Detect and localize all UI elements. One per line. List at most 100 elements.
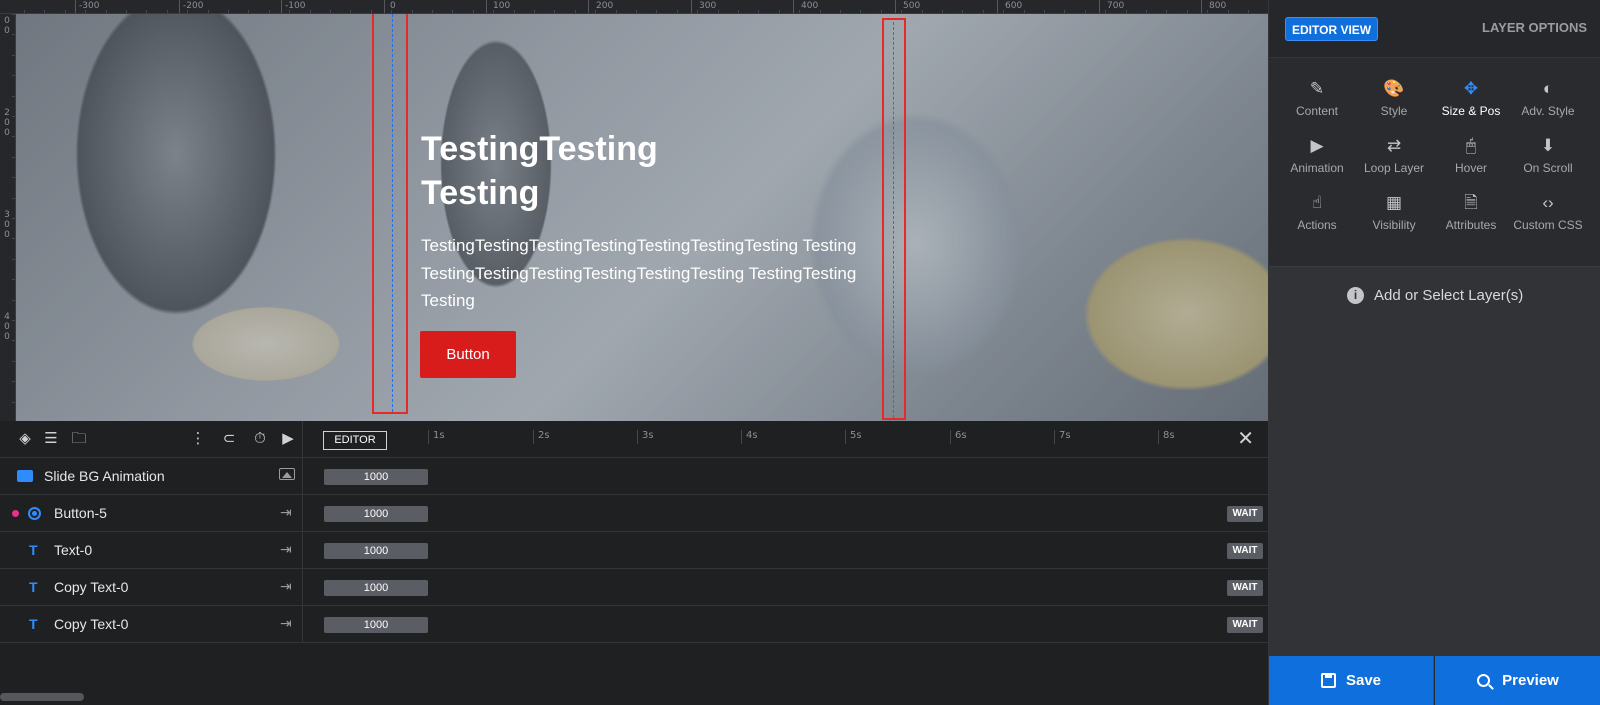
timeline-row[interactable]: T Copy Text-0 ⇥ 1000 WAIT <box>0 606 1268 643</box>
magnet-icon[interactable]: ⊂ <box>220 430 238 448</box>
layer-options-tab[interactable]: LAYER OPTIONS <box>1482 20 1587 35</box>
tool-label: Actions <box>1297 218 1337 232</box>
arrow-right-to-bar-icon[interactable]: ⇥ <box>280 578 292 595</box>
scroll-down-icon: ⬇ <box>1540 136 1556 155</box>
layer-name[interactable]: Button-5 <box>54 505 107 521</box>
tool-size-pos[interactable]: ✥ Size & Pos <box>1431 78 1511 130</box>
tool-hover[interactable]: 🖱 Hover <box>1431 135 1511 187</box>
tool-content[interactable]: ✎ Content <box>1277 78 1357 130</box>
ruler-label: 3 0 0 <box>4 210 10 240</box>
tool-style[interactable]: 🎨 Style <box>1354 78 1434 130</box>
tool-custom-css[interactable]: ‹› Custom CSS <box>1508 192 1588 244</box>
tool-label: Style <box>1380 104 1408 118</box>
preview-button[interactable]: Preview <box>1435 656 1600 705</box>
ruler-label: 200 <box>596 1 614 11</box>
folder-icon[interactable]: 🗀 <box>70 430 88 448</box>
ruler-label: 0 0 <box>4 16 10 36</box>
slide-heading[interactable]: TestingTesting Testing <box>421 127 721 215</box>
horizontal-scrollbar[interactable] <box>0 693 84 701</box>
text-layer-icon: T <box>29 579 38 595</box>
guide-right-line <box>893 22 894 418</box>
selected-marker-icon <box>12 510 19 517</box>
timeline-row[interactable]: Slide BG Animation 1000 <box>0 458 1268 495</box>
editor-chip[interactable]: EDITOR <box>323 431 387 450</box>
layers-icon[interactable]: ◈ <box>16 430 34 448</box>
timeline-header: ◈ ☰ 🗀 ⋮ ⊂ ⏱ ▶ EDITOR 1s 2s 3s 4s 5s 6s 7… <box>0 421 1268 458</box>
pointer-hand-icon: ☝ <box>1311 193 1323 212</box>
duration-bar[interactable]: 1000 <box>324 469 428 485</box>
save-label: Save <box>1345 672 1382 689</box>
wait-badge[interactable]: WAIT <box>1227 506 1263 522</box>
stopwatch-icon[interactable]: ⏱ <box>251 430 269 448</box>
timeline-row[interactable]: T Text-0 ⇥ 1000 WAIT <box>0 532 1268 569</box>
wait-badge[interactable]: WAIT <box>1227 580 1263 596</box>
time-mark: 8s <box>1158 430 1175 444</box>
empty-state-text: Add or Select Layer(s) <box>1374 287 1524 304</box>
ruler-label: -200 <box>183 1 204 11</box>
close-icon[interactable]: ✕ <box>1237 429 1254 449</box>
tool-label: On Scroll <box>1523 161 1573 175</box>
tool-visibility[interactable]: ▦ Visibility <box>1354 192 1434 244</box>
layer-name-cell[interactable]: T Text-0 ⇥ <box>0 532 303 569</box>
tool-label: Attributes <box>1445 218 1497 232</box>
layer-name-cell[interactable]: Button-5 ⇥ <box>0 495 303 532</box>
wait-badge[interactable]: WAIT <box>1227 543 1263 559</box>
layer-name-cell[interactable]: T Copy Text-0 ⇥ <box>0 569 303 606</box>
timeline-row[interactable]: Button-5 ⇥ 1000 WAIT <box>0 495 1268 532</box>
text-layer-icon: T <box>29 542 38 558</box>
layer-name-cell[interactable]: Slide BG Animation <box>0 458 303 495</box>
duration-bar[interactable]: 1000 <box>324 580 428 596</box>
timeline-row[interactable]: T Copy Text-0 ⇥ 1000 WAIT <box>0 569 1268 606</box>
timeline-panel: ◈ ☰ 🗀 ⋮ ⊂ ⏱ ▶ EDITOR 1s 2s 3s 4s 5s 6s 7… <box>0 421 1268 705</box>
tool-label: Animation <box>1290 161 1344 175</box>
layer-name-cell[interactable]: T Copy Text-0 ⇥ <box>0 606 303 643</box>
layer-name[interactable]: Copy Text-0 <box>54 579 128 595</box>
mouse-icon: 🖱 <box>1465 136 1477 155</box>
editor-view-button[interactable]: EDITOR VIEW <box>1285 17 1379 41</box>
background-image-icon[interactable] <box>279 468 295 480</box>
slide-body-text[interactable]: TestingTestingTestingTestingTestingTesti… <box>421 232 861 315</box>
wait-badge[interactable]: WAIT <box>1227 617 1263 633</box>
tool-label: Content <box>1295 104 1339 118</box>
ruler-label: 800 <box>1209 1 1227 11</box>
time-mark: 7s <box>1054 430 1071 444</box>
visibility-icon: ▦ <box>1385 193 1403 212</box>
time-mark: 5s <box>845 430 862 444</box>
arrow-right-to-bar-icon[interactable]: ⇥ <box>280 504 292 521</box>
duration-bar[interactable]: 1000 <box>324 506 428 522</box>
save-button[interactable]: Save <box>1269 656 1434 705</box>
ruler-label: 500 <box>903 1 921 11</box>
layer-options-panel: EDITOR VIEW LAYER OPTIONS ✎ Content 🎨 St… <box>1268 0 1600 705</box>
slide-canvas[interactable]: TestingTesting Testing TestingTestingTes… <box>16 14 1268 421</box>
panel-header: EDITOR VIEW LAYER OPTIONS <box>1269 0 1600 58</box>
ruler-label: -100 <box>285 1 306 11</box>
time-mark: 6s <box>950 430 967 444</box>
layer-name[interactable]: Text-0 <box>54 542 92 558</box>
tool-attributes[interactable]: 🗎 Attributes <box>1431 192 1511 244</box>
timeline-ruler[interactable]: EDITOR 1s 2s 3s 4s 5s 6s 7s 8s <box>303 421 1238 458</box>
tool-loop-layer[interactable]: ⇄ Loop Layer <box>1354 135 1434 187</box>
tool-label: Visibility <box>1372 218 1416 232</box>
duration-bar[interactable]: 1000 <box>324 543 428 559</box>
layer-name[interactable]: Slide BG Animation <box>44 468 165 484</box>
palette-icon: 🎨 <box>1383 79 1405 98</box>
tool-label: Size & Pos <box>1441 104 1501 118</box>
layer-name[interactable]: Copy Text-0 <box>54 616 128 632</box>
slide-button-layer[interactable]: Button <box>420 331 516 378</box>
ruler-label: 400 <box>801 1 819 11</box>
tool-on-scroll[interactable]: ⬇ On Scroll <box>1508 135 1588 187</box>
duration-bar[interactable]: 1000 <box>324 617 428 633</box>
arrow-right-to-bar-icon[interactable]: ⇥ <box>280 615 292 632</box>
background-image <box>16 14 1268 421</box>
tool-animation[interactable]: ▶ Animation <box>1277 135 1357 187</box>
tool-actions[interactable]: ☝ Actions <box>1277 192 1357 244</box>
time-mark: 3s <box>637 430 654 444</box>
image-icon <box>17 470 33 482</box>
time-mark: 1s <box>428 430 445 444</box>
tool-adv-style[interactable]: ◐ Adv. Style <box>1508 78 1588 130</box>
split-icon[interactable]: ⋮ <box>189 430 207 448</box>
list-icon[interactable]: ☰ <box>42 430 60 448</box>
ruler-label: -300 <box>79 1 100 11</box>
arrow-right-to-bar-icon[interactable]: ⇥ <box>280 541 292 558</box>
play-icon[interactable]: ▶ <box>279 430 297 448</box>
